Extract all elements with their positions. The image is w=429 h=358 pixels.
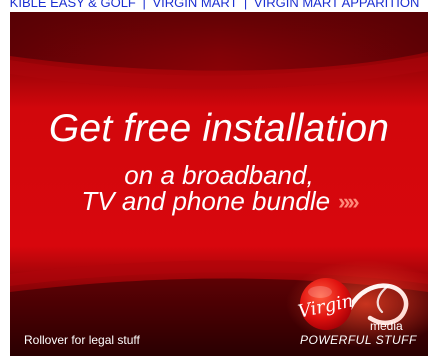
banner-ad[interactable]: Get free installation on a broadband, TV… [10,12,428,356]
subline-2-text: TV and phone bundle [81,186,331,216]
top-link-separator: | [142,0,146,10]
chevrons-right-icon[interactable]: »» [338,187,360,217]
legal-link[interactable]: Rollover for legal stuff [24,333,140,347]
top-link-3[interactable]: VIRGIN MART APPARITION [254,0,419,10]
subline-2: TV and phone bundle»» [10,186,428,217]
virgin-media-logo: Virgin media [296,278,409,332]
top-link-separator: | [243,0,248,10]
top-link-2[interactable]: VIRGIN MART [153,0,238,10]
logo-submark: media [370,319,403,332]
headline: Get free installation [48,107,390,150]
top-links-bar: KIBLE EASY & GOLF | VIRGIN MART | VIRGIN… [0,0,429,12]
top-link-1[interactable]: KIBLE EASY & GOLF [10,0,136,10]
tagline: POWERFUL STUFF [300,333,417,347]
